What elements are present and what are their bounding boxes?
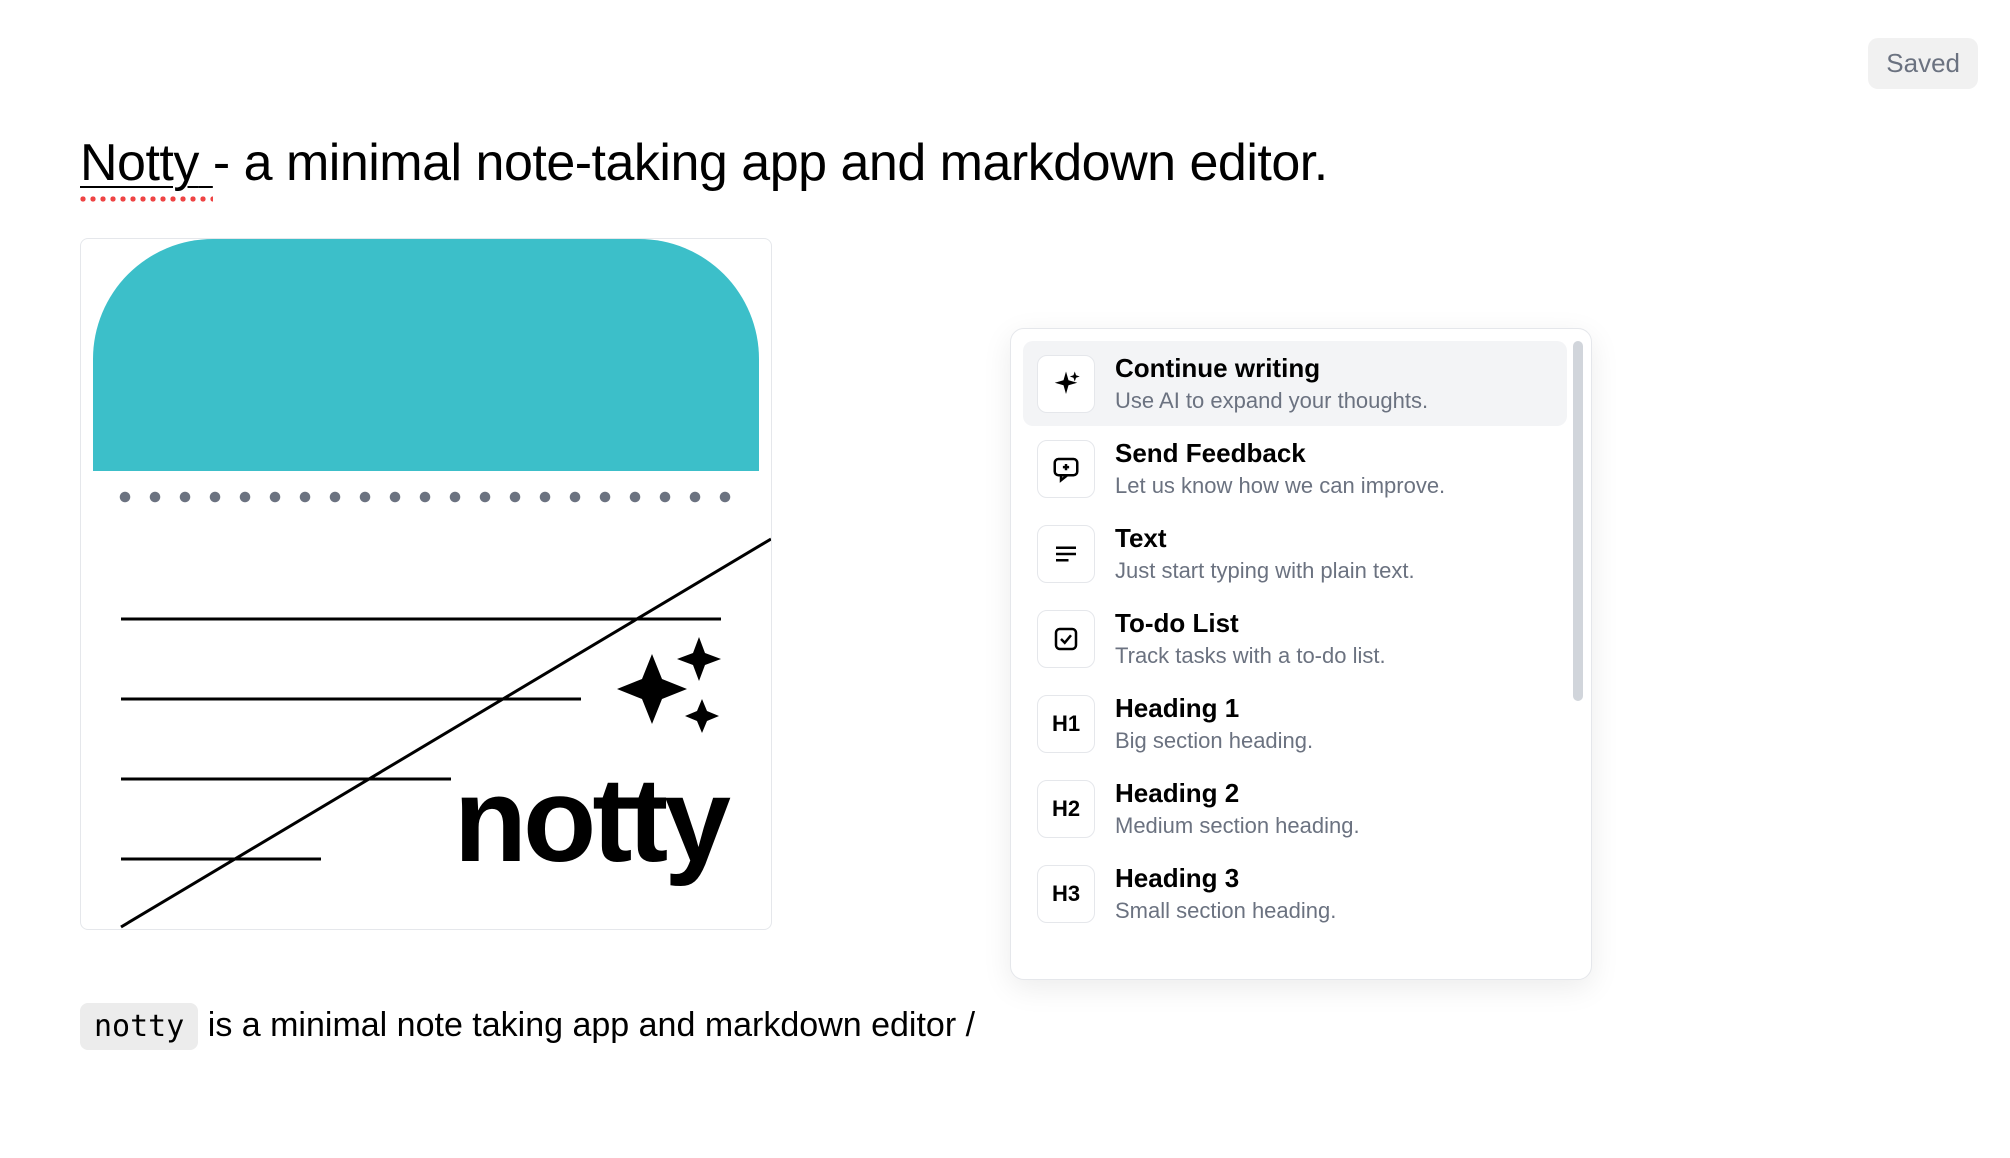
menu-item-heading-2[interactable]: H2 Heading 2 Medium section heading. (1023, 766, 1567, 851)
menu-item-heading-1[interactable]: H1 Heading 1 Big section heading. (1023, 681, 1567, 766)
menu-item-texts: To-do List Track tasks with a to-do list. (1115, 608, 1386, 669)
sparkle-icon (1037, 355, 1095, 413)
menu-item-texts: Send Feedback Let us know how we can impr… (1115, 438, 1445, 499)
slash-command-menu: Continue writing Use AI to expand your th… (1010, 328, 1592, 980)
sparkle-icon (607, 629, 727, 749)
h3-icon: H3 (1037, 865, 1095, 923)
menu-item-description: Use AI to expand your thoughts. (1115, 388, 1428, 414)
menu-item-send-feedback[interactable]: Send Feedback Let us know how we can impr… (1023, 426, 1567, 511)
spellcheck-underline (80, 196, 213, 202)
menu-item-texts: Heading 1 Big section heading. (1115, 693, 1313, 754)
menu-item-description: Track tasks with a to-do list. (1115, 643, 1386, 669)
menu-item-title: Heading 3 (1115, 863, 1336, 894)
body-paragraph-text: is a minimal note taking app and markdow… (198, 1006, 975, 1044)
menu-item-description: Medium section heading. (1115, 813, 1360, 839)
menu-item-texts: Text Just start typing with plain text. (1115, 523, 1415, 584)
menu-item-title: Continue writing (1115, 353, 1428, 384)
logo-card: notty (80, 238, 772, 930)
menu-item-description: Just start typing with plain text. (1115, 558, 1415, 584)
body-paragraph[interactable]: notty is a minimal note taking app and m… (80, 1006, 975, 1045)
menu-item-texts: Heading 3 Small section heading. (1115, 863, 1336, 924)
menu-item-texts: Continue writing Use AI to expand your th… (1115, 353, 1428, 414)
page-title-rest: - a minimal note-taking app and markdown… (213, 134, 1328, 192)
menu-item-continue-writing[interactable]: Continue writing Use AI to expand your th… (1023, 341, 1567, 426)
menu-item-title: To-do List (1115, 608, 1386, 639)
h1-icon: H1 (1037, 695, 1095, 753)
menu-item-texts: Heading 2 Medium section heading. (1115, 778, 1360, 839)
status-saved-badge: Saved (1868, 38, 1978, 89)
logo-wordmark: notty (454, 751, 727, 889)
menu-item-title: Heading 1 (1115, 693, 1313, 724)
todo-icon (1037, 610, 1095, 668)
menu-item-title: Text (1115, 523, 1415, 554)
page-title: Notty - a minimal note-taking app and ma… (80, 133, 1328, 193)
menu-item-description: Small section heading. (1115, 898, 1336, 924)
feedback-icon (1037, 440, 1095, 498)
inline-code-notty: notty (80, 1003, 198, 1050)
menu-item-title: Send Feedback (1115, 438, 1445, 469)
menu-item-text[interactable]: Text Just start typing with plain text. (1023, 511, 1567, 596)
menu-item-title: Heading 2 (1115, 778, 1360, 809)
menu-item-description: Big section heading. (1115, 728, 1313, 754)
page-title-link-word[interactable]: Notty (80, 134, 213, 192)
text-icon (1037, 525, 1095, 583)
menu-item-description: Let us know how we can improve. (1115, 473, 1445, 499)
scrollbar-thumb[interactable] (1573, 341, 1583, 701)
h2-icon: H2 (1037, 780, 1095, 838)
menu-item-heading-3[interactable]: H3 Heading 3 Small section heading. (1023, 851, 1567, 936)
page-title-link-text: Notty (80, 134, 199, 192)
menu-item-to-do-list[interactable]: To-do List Track tasks with a to-do list. (1023, 596, 1567, 681)
